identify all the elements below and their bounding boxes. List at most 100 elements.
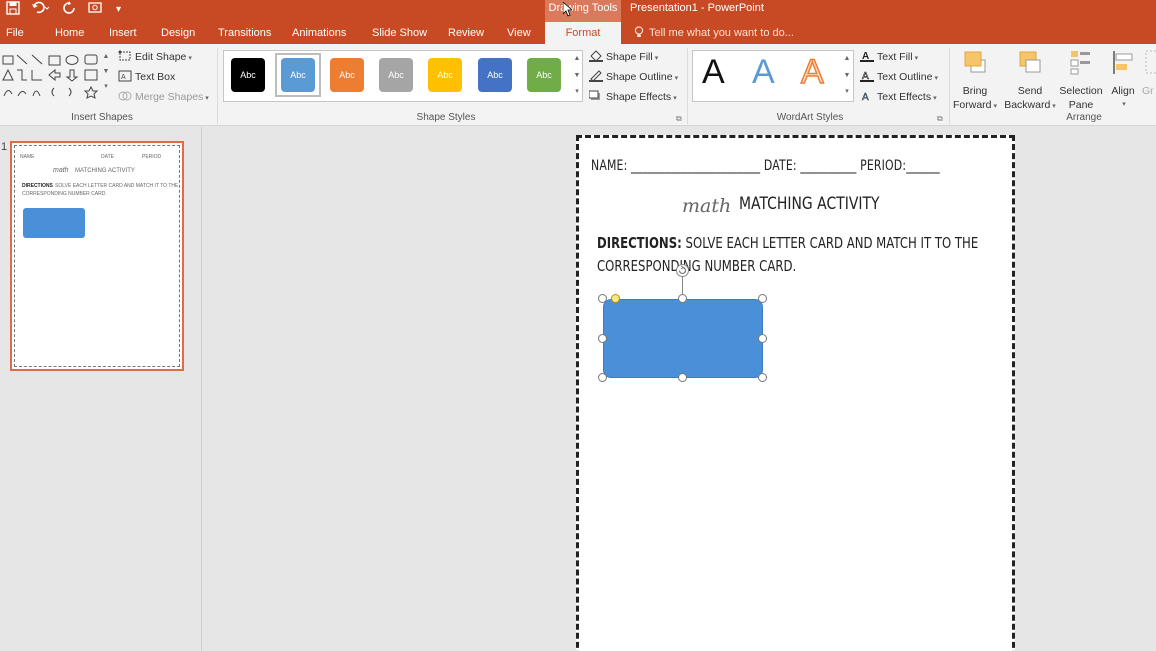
undo-icon[interactable] bbox=[31, 1, 51, 20]
styles-scroll-up-icon[interactable]: ▲ bbox=[571, 52, 583, 65]
tab-review[interactable]: Review bbox=[448, 22, 484, 44]
directions-text-1: SOLVE EACH LETTER CARD AND MATCH IT TO T… bbox=[681, 234, 979, 252]
customize-qat-icon[interactable]: ▾ bbox=[116, 1, 121, 19]
title-script-text: math bbox=[682, 195, 732, 217]
shape-effects-icon bbox=[589, 90, 600, 100]
resize-handle-top-right[interactable] bbox=[758, 294, 767, 303]
shapes-scroll-down-icon[interactable]: ▼ bbox=[100, 65, 112, 78]
resize-handle-bottom-right[interactable] bbox=[758, 373, 767, 382]
shape-style-swatch-black[interactable]: Abc bbox=[231, 58, 265, 92]
wordart-dialog-launcher-icon[interactable]: ⧉ bbox=[937, 114, 943, 124]
text-fill-button[interactable]: A Text Fill ▾ bbox=[860, 50, 918, 66]
send-backward-button[interactable]: Send Backward ▾ bbox=[1003, 48, 1057, 114]
resize-handle-top-left[interactable] bbox=[598, 294, 607, 303]
group-button[interactable]: Gr bbox=[1142, 48, 1156, 98]
present-from-beginning-icon[interactable] bbox=[88, 1, 104, 20]
bring-forward-button[interactable]: Bring Forward ▾ bbox=[952, 48, 998, 114]
shape-style-swatch-orange[interactable]: Abc bbox=[330, 58, 364, 92]
shape-style-swatch-blue[interactable]: Abc bbox=[281, 58, 315, 92]
shape-effects-button[interactable]: Shape Effects ▾ bbox=[589, 90, 677, 106]
rounded-rectangle-shape[interactable] bbox=[603, 299, 763, 378]
shapes-gallery-icons bbox=[2, 54, 99, 99]
directions-line-1: DIRECTIONS: SOLVE EACH LETTER CARD AND M… bbox=[597, 234, 978, 252]
group-separator bbox=[949, 48, 950, 124]
resize-handle-left[interactable] bbox=[598, 334, 607, 343]
wordart-styles-group-label: WordArt Styles bbox=[776, 112, 844, 123]
adjust-corner-handle[interactable] bbox=[611, 294, 620, 303]
rotate-handle[interactable] bbox=[676, 264, 689, 277]
shape-outline-button[interactable]: Shape Outline ▾ bbox=[589, 70, 678, 86]
align-icon bbox=[1113, 51, 1133, 74]
title-main-text: MATCHING ACTIVITY bbox=[739, 194, 880, 214]
ribbon-tabs: File Home Insert Design Transitions Anim… bbox=[0, 22, 1156, 44]
tell-me-search[interactable]: Tell me what you want to do... bbox=[634, 22, 794, 44]
shape-styles-group-label: Shape Styles bbox=[416, 112, 476, 123]
arrange-group-label: Arrange bbox=[1066, 112, 1102, 123]
tell-me-text: Tell me what you want to do... bbox=[649, 27, 794, 39]
tab-view[interactable]: View bbox=[507, 22, 531, 44]
tab-home[interactable]: Home bbox=[55, 22, 84, 44]
wordart-style-blue[interactable]: A bbox=[752, 52, 775, 92]
slide-number: 1 bbox=[1, 141, 8, 153]
save-icon[interactable] bbox=[6, 1, 20, 20]
slide-canvas[interactable]: NAME: _______________________ DATE: ____… bbox=[576, 135, 1015, 651]
shape-style-swatch-green[interactable]: Abc bbox=[527, 58, 561, 92]
tab-file[interactable]: File bbox=[6, 22, 24, 44]
pen-outline-icon bbox=[589, 70, 603, 82]
mouse-cursor-icon bbox=[563, 2, 572, 17]
wordart-style-black[interactable]: A bbox=[702, 52, 725, 92]
shapes-scroll-up-icon[interactable]: ▲ bbox=[100, 50, 112, 63]
shapes-more-icon[interactable]: ▾ bbox=[100, 80, 112, 93]
thumbnail-border: NAME DATE PERIOD math MATCHING ACTIVITY … bbox=[14, 145, 180, 367]
text-box-button[interactable]: A Text Box bbox=[118, 70, 175, 84]
thumb-directions-1: SOLVE EACH LETTER CARD AND MATCH IT TO T… bbox=[55, 183, 179, 189]
wordart-scroll-up-icon[interactable]: ▲ bbox=[841, 52, 853, 65]
styles-more-icon[interactable]: ▾ bbox=[571, 85, 583, 98]
window-title: Presentation1 - PowerPoint bbox=[630, 2, 764, 14]
text-effects-button[interactable]: A Text Effects ▾ bbox=[860, 90, 937, 106]
paint-bucket-icon bbox=[589, 50, 603, 62]
bring-forward-icon bbox=[964, 51, 986, 73]
wordart-style-orange-outline[interactable]: A bbox=[800, 52, 824, 92]
selection-pane-icon bbox=[1070, 51, 1090, 75]
tab-slide-show[interactable]: Slide Show bbox=[372, 22, 427, 44]
shape-styles-dialog-launcher-icon[interactable]: ⧉ bbox=[676, 114, 682, 124]
tab-transitions[interactable]: Transitions bbox=[218, 22, 271, 44]
directions-label: DIRECTIONS: bbox=[597, 234, 682, 252]
wordart-scroll-down-icon[interactable]: ▼ bbox=[841, 69, 853, 82]
styles-scroll-down-icon[interactable]: ▼ bbox=[571, 69, 583, 82]
tab-insert[interactable]: Insert bbox=[109, 22, 137, 44]
shapes-gallery[interactable]: ▲ ▼ ▾ bbox=[2, 50, 109, 104]
ribbon: ▲ ▼ ▾ Edit Shape ▾ A Text Box Merge Shapes… bbox=[0, 44, 1156, 126]
merge-shapes-button[interactable]: Merge Shapes ▾ bbox=[118, 90, 209, 106]
thumb-name: NAME bbox=[20, 154, 35, 160]
resize-handle-top[interactable] bbox=[678, 294, 687, 303]
group-icon bbox=[1145, 50, 1156, 74]
edit-shape-button[interactable]: Edit Shape ▾ bbox=[118, 50, 192, 66]
tab-design[interactable]: Design bbox=[161, 22, 195, 44]
thumb-title: MATCHING ACTIVITY bbox=[75, 168, 135, 174]
text-effects-icon: A bbox=[862, 92, 869, 102]
thumb-date: DATE bbox=[101, 154, 114, 160]
wordart-more-icon[interactable]: ▾ bbox=[841, 85, 853, 98]
shape-style-swatch-dark-blue[interactable]: Abc bbox=[478, 58, 512, 92]
text-fill-icon: A bbox=[860, 51, 874, 62]
tab-format[interactable]: Format bbox=[545, 22, 621, 44]
align-button[interactable]: Align ▾ bbox=[1106, 48, 1140, 112]
slide-thumbnail-1[interactable]: NAME DATE PERIOD math MATCHING ACTIVITY … bbox=[10, 141, 184, 371]
drawing-tools-context-label: Drawing Tools bbox=[545, 0, 621, 22]
tab-animations[interactable]: Animations bbox=[292, 22, 346, 44]
resize-handle-bottom[interactable] bbox=[678, 373, 687, 382]
selected-rounded-rectangle[interactable] bbox=[598, 264, 767, 382]
selection-pane-button[interactable]: Selection Pane bbox=[1058, 48, 1104, 112]
text-outline-button[interactable]: A Text Outline ▾ bbox=[860, 70, 938, 86]
redo-icon[interactable] bbox=[62, 1, 76, 20]
resize-handle-bottom-left[interactable] bbox=[598, 373, 607, 382]
name-date-period-line: NAME: _______________________ DATE: ____… bbox=[591, 158, 940, 174]
shape-style-swatch-gold[interactable]: Abc bbox=[428, 58, 462, 92]
shape-style-swatch-gray[interactable]: Abc bbox=[379, 58, 413, 92]
shape-fill-button[interactable]: Shape Fill ▾ bbox=[589, 50, 658, 66]
thumb-period: PERIOD bbox=[142, 154, 162, 160]
resize-handle-right[interactable] bbox=[758, 334, 767, 343]
send-backward-icon bbox=[1019, 51, 1041, 73]
